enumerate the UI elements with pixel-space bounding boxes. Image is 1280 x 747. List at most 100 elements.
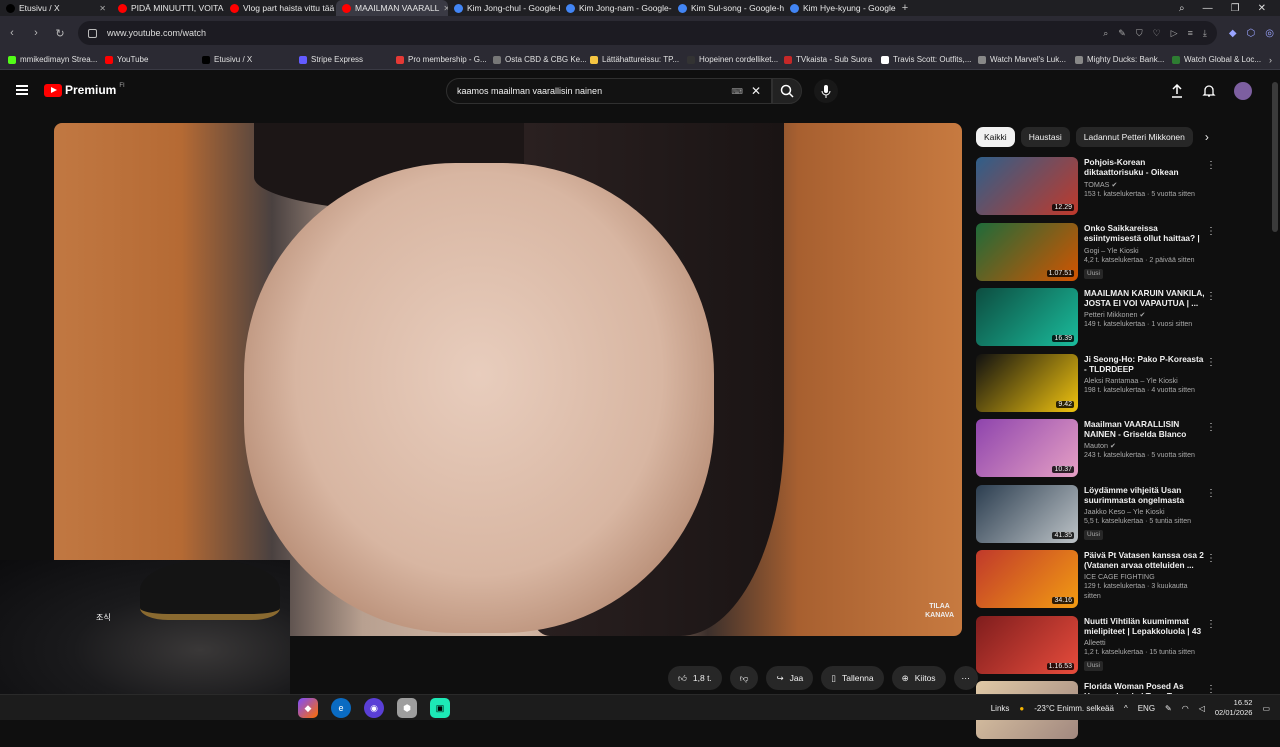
pen-icon[interactable]: ✎ — [1165, 704, 1172, 713]
video-thumbnail[interactable]: 34.16 — [976, 550, 1078, 608]
channel-name[interactable]: ICE CAGE FIGHTING — [1084, 572, 1206, 582]
notifications-bell-icon[interactable] — [1202, 84, 1216, 98]
browser-icon[interactable]: ◉ — [364, 698, 384, 718]
more-options-icon[interactable]: ⋮ — [1206, 553, 1216, 564]
extension-icon[interactable]: ⬡ — [1247, 28, 1256, 39]
more-options-icon[interactable]: ⋮ — [1206, 357, 1216, 368]
dislike-button[interactable]: 👎︎ — [729, 666, 759, 690]
recommended-video[interactable]: 1.16.53 Nuutti Vihtilän kuumimmat mielipi… — [976, 615, 1220, 678]
video-thumbnail[interactable]: 16.39 — [976, 288, 1078, 346]
recommended-video[interactable]: 9.42 Ji Seong-Ho: Pako P-Koreasta - TLDRD… — [976, 353, 1220, 416]
clock[interactable]: 16.52 02/01/2026 — [1215, 698, 1253, 718]
more-actions-button[interactable]: ⋯ — [953, 666, 978, 690]
youtube-premium-logo[interactable]: Premium FI — [44, 83, 125, 97]
links-toolbar[interactable]: Links — [991, 704, 1010, 713]
browser-tab[interactable]: Vlog part haista vittu tää✕ — [224, 0, 336, 16]
video-title[interactable]: MAAILMAN KARUIN VANKILA, JOSTA EI VOI VA… — [1084, 288, 1206, 308]
extension-icon[interactable]: ◆ — [1229, 28, 1237, 39]
more-options-icon[interactable]: ⋮ — [1206, 226, 1216, 237]
forward-icon[interactable]: › — [30, 27, 42, 39]
bookmark-item[interactable]: Watch Global & Loc... — [1172, 55, 1265, 64]
more-options-icon[interactable]: ⋮ — [1206, 160, 1216, 171]
search-button[interactable] — [772, 78, 802, 104]
video-title[interactable]: Onko Saikkareissa esiintymisestä ollut h… — [1084, 223, 1206, 244]
search-input[interactable]: kaamos maailman vaarallisin nainen ⌨ ✕ — [446, 78, 772, 104]
hamburger-menu-icon[interactable] — [16, 85, 28, 95]
video-thumbnail[interactable]: 12.29 — [976, 157, 1078, 215]
browser-tab[interactable]: Etusivu / X ✕ — [0, 0, 112, 16]
download-icon[interactable]: ⤓ — [1203, 28, 1207, 39]
bookmark-item[interactable]: Watch Marvel's Luk... — [978, 55, 1071, 64]
channel-name[interactable]: Aleksi Rantamaa – Yle Kioski — [1084, 376, 1206, 386]
video-title[interactable]: Päivä Pt Vatasen kanssa osa 2 (Vatanen a… — [1084, 550, 1206, 570]
channel-name[interactable]: Alleetti — [1084, 638, 1206, 648]
video-title[interactable]: Pohjois-Korean diktaattorisuku - Oikean … — [1084, 157, 1206, 178]
channel-name[interactable]: Jaakko Keso – Yle Kioski — [1084, 507, 1206, 517]
recommended-video[interactable]: 10.37 Maailman VAARALLISIN NAINEN - Grise… — [976, 419, 1220, 481]
browser-tab[interactable]: Kim Jong-nam - Google-h✕ — [560, 0, 672, 16]
bookmark-item[interactable]: Hopeinen cordelliket... — [687, 55, 780, 64]
reader-icon[interactable]: ≡ — [1188, 28, 1193, 39]
save-button[interactable]: ▯ Tallenna — [821, 666, 884, 690]
ai-icon[interactable]: ◎ — [1265, 28, 1274, 39]
keyboard-icon[interactable]: ⌨ — [731, 87, 743, 96]
filter-chip[interactable]: Kaikki — [976, 127, 1015, 147]
clear-search-icon[interactable]: ✕ — [751, 84, 761, 98]
more-options-icon[interactable]: ⋮ — [1206, 291, 1216, 302]
close-window-button[interactable]: ✕ — [1258, 3, 1266, 14]
volume-icon[interactable]: ◁ — [1199, 704, 1205, 713]
search-tabs-icon[interactable]: ⌕ — [1179, 3, 1185, 14]
bookmark-item[interactable]: Osta CBD & CBG Ke... — [493, 55, 586, 64]
video-title[interactable]: Nuutti Vihtilän kuumimmat mielipiteet | … — [1084, 616, 1206, 636]
page-scrollbar[interactable] — [1272, 82, 1278, 232]
filter-chip[interactable]: Ladannut Petteri Mikkonen — [1075, 127, 1193, 147]
favorite-icon[interactable]: ♡ — [1153, 28, 1161, 39]
bookmark-item[interactable]: mmikedimayn Strea... — [8, 55, 101, 64]
thanks-button[interactable]: ⊕ Kiitos — [891, 666, 946, 690]
more-options-icon[interactable]: ⋮ — [1206, 422, 1216, 433]
video-thumbnail[interactable]: 1.16.53 — [976, 615, 1078, 674]
account-avatar[interactable] — [1234, 82, 1252, 100]
recommended-video[interactable]: 12.29 Pohjois-Korean diktaattorisuku - Oi… — [976, 157, 1220, 219]
copilot-icon[interactable]: ◆ — [298, 698, 318, 718]
bookmark-item[interactable]: TVkaista - Sub Suora — [784, 55, 877, 64]
chevron-right-icon[interactable]: › — [1205, 130, 1209, 144]
channel-name[interactable]: Petteri Mikkonen ✔︎ — [1084, 310, 1206, 320]
browser-tab[interactable]: Kim Hye-kyung - Google-✕ — [784, 0, 896, 16]
bookmark-item[interactable]: Stripe Express — [299, 55, 392, 64]
terminal-icon[interactable]: ▣ — [430, 698, 450, 718]
minimize-button[interactable]: — — [1203, 3, 1213, 14]
more-options-icon[interactable]: ⋮ — [1206, 619, 1216, 630]
bookmark-item[interactable]: YouTube — [105, 55, 198, 64]
video-title[interactable]: Ji Seong-Ho: Pako P-Koreasta - TLDRDEEP — [1084, 354, 1206, 374]
recommended-video[interactable]: 41.35 Löydämme vihjeitä Usan suurimmasta … — [976, 484, 1220, 547]
reload-icon[interactable]: ↻ — [54, 27, 66, 40]
video-title[interactable]: Maailman VAARALLISIN NAINEN - Griselda B… — [1084, 419, 1206, 439]
bookmark-item[interactable]: Etusivu / X — [202, 55, 295, 64]
subscribe-watermark[interactable]: TILAA KANAVA — [925, 602, 954, 620]
bookmark-item[interactable]: Travis Scott: Outfits,... — [881, 55, 974, 64]
like-button[interactable]: 👍︎ 1,8 t. — [668, 666, 722, 690]
browser-tab[interactable]: Kim Jong-chul - Google-h✕ — [448, 0, 560, 16]
upload-icon[interactable] — [1170, 84, 1184, 98]
new-tab-button[interactable]: + — [896, 2, 914, 14]
screenshot-icon[interactable]: ✎ — [1118, 28, 1126, 39]
shield-icon[interactable]: ⛉ — [1136, 28, 1143, 39]
language-indicator[interactable]: ENG — [1138, 704, 1155, 713]
notifications-icon[interactable]: ▭ — [1262, 704, 1270, 713]
browser-tab[interactable]: PIDÄ MINUUTTI, VOITA 20✕ — [112, 0, 224, 16]
recommended-video[interactable]: 16.39 MAAILMAN KARUIN VANKILA, JOSTA EI V… — [976, 288, 1220, 350]
video-thumbnail[interactable]: 10.37 — [976, 419, 1078, 477]
channel-name[interactable]: Gogi – Yle Kioski — [1084, 246, 1206, 256]
close-tab-icon[interactable]: ✕ — [99, 4, 106, 13]
more-options-icon[interactable]: ⋮ — [1206, 488, 1216, 499]
play-icon[interactable]: ▷ — [1171, 28, 1178, 39]
filter-chip[interactable]: Haustasi — [1020, 127, 1070, 147]
channel-name[interactable]: TOMAS ✔︎ — [1084, 180, 1206, 190]
video-thumbnail[interactable]: 1.07.51 — [976, 222, 1078, 281]
url-bar[interactable]: www.youtube.com/watch ⌕ ✎ ⛉ ♡ ▷ ≡ ⤓ — [78, 21, 1217, 45]
video-thumbnail[interactable]: 41.35 — [976, 484, 1078, 543]
bookmark-item[interactable]: Lättähattureissu: TP... — [590, 55, 683, 64]
browser-tab[interactable]: Kim Sul-song - Google-h✕ — [672, 0, 784, 16]
video-thumbnail[interactable]: 9.42 — [976, 353, 1078, 412]
